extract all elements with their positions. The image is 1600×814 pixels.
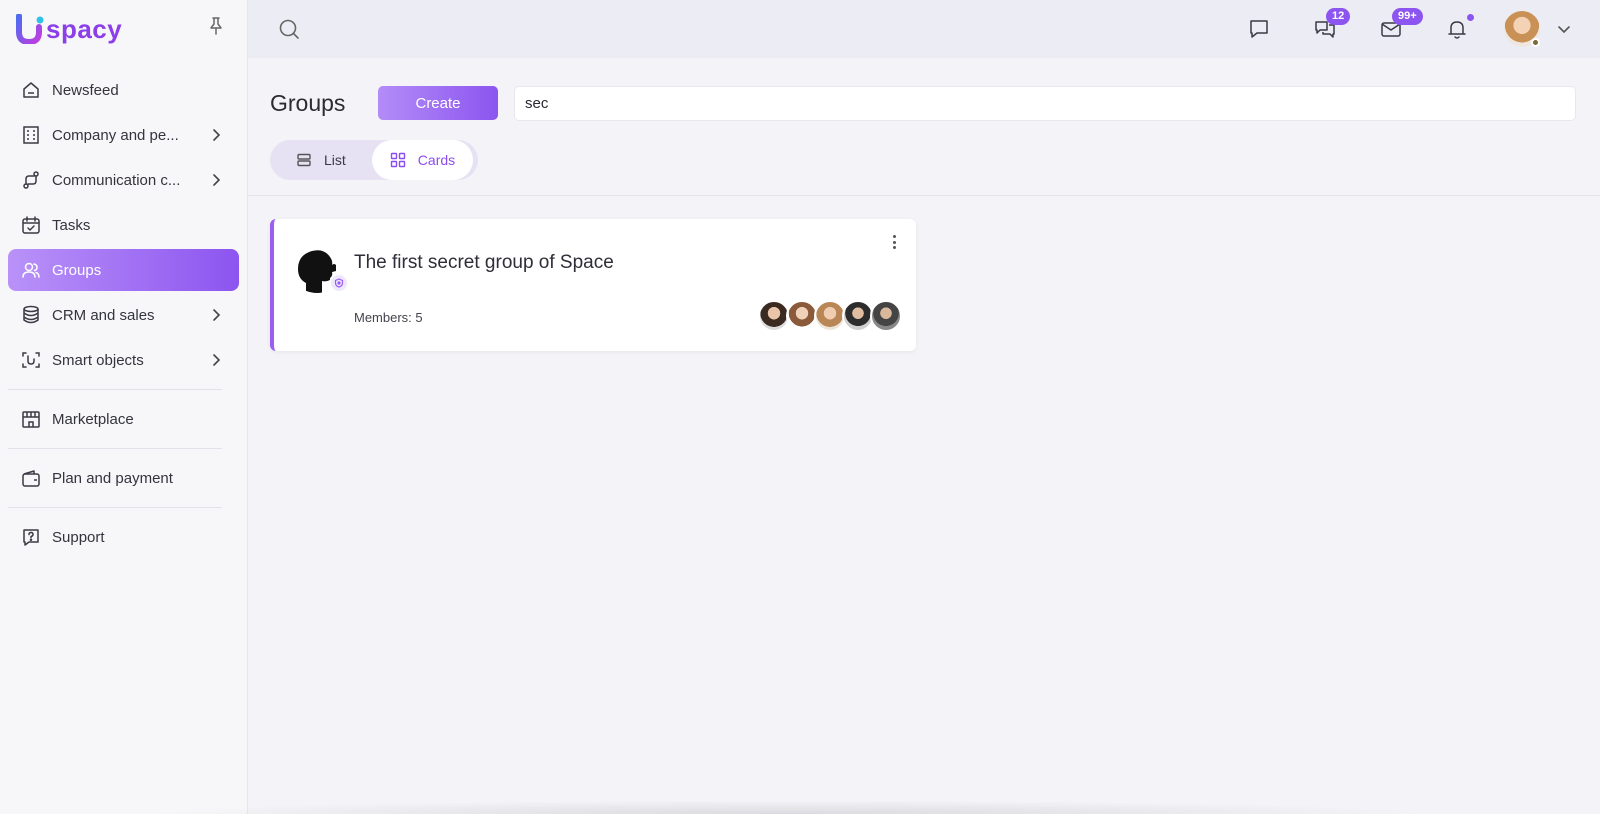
- more-options-icon[interactable]: [886, 233, 902, 251]
- sidebar-item-label: Smart objects: [52, 351, 144, 369]
- sidebar-nav: Newsfeed Company and pe... Communication…: [0, 58, 247, 558]
- secret-lock-icon: [330, 274, 348, 292]
- create-button[interactable]: Create: [378, 86, 498, 120]
- pin-icon[interactable]: [207, 16, 225, 36]
- sidebar-item-label: Communication c...: [52, 171, 181, 189]
- group-members-count: Members: 5: [354, 310, 423, 325]
- sidebar-item-marketplace[interactable]: Marketplace: [8, 398, 239, 440]
- list-icon: [297, 153, 311, 167]
- chevron-right-icon: [213, 174, 221, 186]
- chevron-right-icon: [213, 309, 221, 321]
- view-cards-label: Cards: [417, 152, 456, 168]
- logo[interactable]: spacy: [16, 14, 122, 45]
- sidebar-item-label: Groups: [52, 261, 102, 279]
- topbar-actions: 12 99+: [1226, 0, 1600, 58]
- logo-mark-icon: [16, 14, 44, 44]
- notification-dot: [1467, 14, 1474, 21]
- building-icon: [20, 124, 42, 146]
- sidebar-divider: [8, 507, 222, 508]
- chats-icon[interactable]: 12: [1312, 8, 1351, 42]
- message-icon[interactable]: [1246, 16, 1272, 42]
- sidebar: spacy Newsfeed Company and pe... Communi…: [0, 0, 248, 814]
- member-avatars[interactable]: [758, 300, 902, 332]
- user-avatar[interactable]: [1504, 11, 1540, 47]
- sidebar-item-plan-payment[interactable]: Plan and payment: [8, 457, 239, 499]
- sidebar-item-smart-objects[interactable]: Smart objects: [8, 339, 239, 381]
- sidebar-item-tasks[interactable]: Tasks: [8, 204, 239, 246]
- view-list-label: List: [324, 152, 346, 168]
- database-icon: [20, 304, 42, 326]
- sidebar-item-company[interactable]: Company and pe...: [8, 114, 239, 156]
- bell-icon[interactable]: [1444, 14, 1474, 42]
- chevron-right-icon: [213, 354, 221, 366]
- chevron-right-icon: [213, 129, 221, 141]
- topbar: 12 99+: [248, 0, 1600, 58]
- view-cards-button[interactable]: Cards: [371, 140, 474, 180]
- group-card[interactable]: The first secret group of Space Members:…: [270, 219, 916, 351]
- sidebar-item-crm[interactable]: CRM and sales: [8, 294, 239, 336]
- sidebar-item-label: Tasks: [52, 216, 91, 234]
- bottom-shadow: [140, 800, 1440, 814]
- sidebar-item-label: Plan and payment: [52, 469, 173, 487]
- question-icon: [20, 526, 42, 548]
- route-icon: [20, 169, 42, 191]
- online-status-dot: [1531, 38, 1540, 47]
- logo-text: spacy: [46, 13, 123, 44]
- view-toggle: List Cards: [270, 140, 478, 180]
- sidebar-divider: [8, 448, 222, 449]
- wallet-icon: [20, 467, 42, 489]
- page-title: Groups: [270, 90, 346, 116]
- search-icon[interactable]: [278, 18, 300, 40]
- sidebar-item-communication[interactable]: Communication c...: [8, 159, 239, 201]
- sidebar-item-label: CRM and sales: [52, 306, 155, 324]
- sidebar-item-groups[interactable]: Groups: [8, 249, 239, 291]
- home-icon: [20, 79, 42, 101]
- sidebar-item-label: Marketplace: [52, 410, 134, 428]
- mail-badge: 99+: [1392, 8, 1423, 25]
- logo-row: spacy: [0, 0, 247, 58]
- sidebar-item-support[interactable]: Support: [8, 516, 239, 558]
- content-header: Groups Create List Cards: [248, 58, 1600, 196]
- store-icon: [20, 408, 42, 430]
- member-avatar: [870, 300, 902, 332]
- calendar-icon: [20, 214, 42, 236]
- group-title[interactable]: The first secret group of Space: [354, 252, 614, 274]
- view-list-button[interactable]: List: [270, 140, 372, 180]
- sidebar-item-label: Newsfeed: [52, 81, 119, 99]
- grid-icon: [390, 152, 405, 168]
- search-input[interactable]: [514, 86, 1576, 121]
- sidebar-item-label: Company and pe...: [52, 126, 179, 144]
- sidebar-item-label: Support: [52, 528, 105, 546]
- scan-icon: [20, 349, 42, 371]
- sidebar-divider: [8, 389, 222, 390]
- mail-icon[interactable]: 99+: [1378, 8, 1423, 42]
- users-icon: [20, 259, 42, 281]
- chevron-down-icon[interactable]: [1556, 21, 1572, 37]
- sidebar-item-newsfeed[interactable]: Newsfeed: [8, 69, 239, 111]
- chats-badge: 12: [1326, 8, 1351, 25]
